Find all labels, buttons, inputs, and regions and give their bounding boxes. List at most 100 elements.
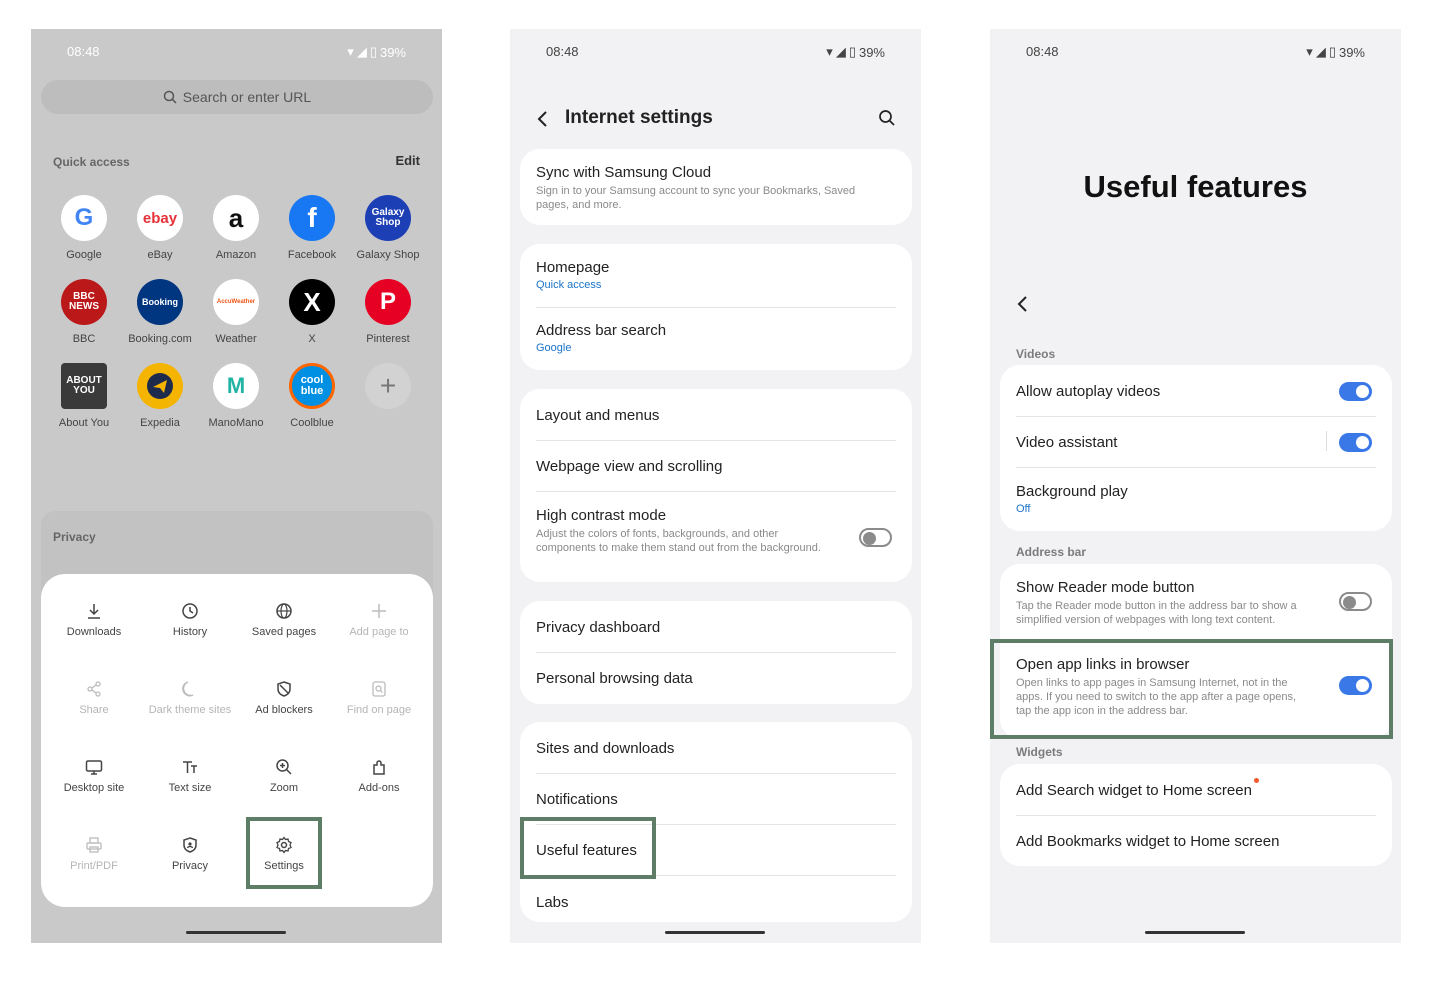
menu-item-ad-blockers[interactable]: Ad blockers — [237, 678, 331, 717]
browser-menu: Downloads History Saved pages Add page t… — [41, 574, 433, 907]
sites-downloads-setting[interactable]: Sites and downloads — [536, 740, 896, 757]
menu-item-downloads[interactable]: Downloads — [47, 600, 141, 639]
shortcut-pinterest[interactable]: P Pinterest — [350, 279, 426, 345]
menu-item-saved-pages[interactable]: Saved pages — [237, 600, 331, 639]
divider — [1016, 416, 1376, 417]
shortcut-google[interactable]: G Google — [46, 195, 122, 261]
back-icon[interactable] — [1016, 295, 1028, 313]
shortcut-weather[interactable]: AccuWeather Weather — [198, 279, 274, 345]
webpage-view-setting[interactable]: Webpage view and scrolling — [536, 458, 896, 475]
vertical-divider — [1326, 431, 1327, 451]
menu-item-add-page[interactable]: Add page to — [332, 600, 426, 639]
menu-item-desktop-site[interactable]: Desktop site — [47, 756, 141, 795]
add-shortcut-button[interactable]: + — [350, 363, 426, 429]
menu-item-add-ons[interactable]: Add-ons — [332, 756, 426, 795]
sync-setting[interactable]: Sync with Samsung Cloud Sign in to your … — [536, 164, 896, 212]
background-play-setting[interactable]: Background play Off — [1016, 483, 1376, 515]
menu-item-text-size[interactable]: Text size — [143, 756, 237, 795]
shortcut-x[interactable]: XX — [274, 279, 350, 345]
find-icon — [372, 681, 386, 697]
shortcut-galaxy-shop[interactable]: Galaxy Shop Galaxy Shop — [350, 195, 426, 261]
shortcut-amazon[interactable]: a Amazon — [198, 195, 274, 261]
battery-percent: 39% — [379, 44, 406, 60]
homepage-setting[interactable]: Homepage Quick access — [536, 259, 896, 291]
layout-setting[interactable]: Layout and menus — [536, 407, 896, 424]
quick-access-grid: G Google ebay eBay a Amazon f Facebook Galax… — [46, 195, 428, 429]
divider — [1016, 467, 1376, 468]
menu-item-find-on-page[interactable]: Find on page — [332, 678, 426, 717]
browser-home-screen: 08:48 ▾ ◢ ▯ 39% Search or enter URL Quic… — [31, 29, 442, 943]
status-time: 08:48 — [67, 44, 100, 59]
expedia-icon — [137, 363, 183, 409]
videos-card: Allow autoplay videos Video assistant Ba… — [1000, 365, 1392, 531]
autoplay-setting[interactable]: Allow autoplay videos — [1016, 383, 1376, 400]
shortcut-manomano[interactable]: M ManoMano — [198, 363, 274, 429]
divider — [536, 307, 896, 308]
personal-data-setting[interactable]: Personal browsing data — [536, 670, 896, 687]
sync-card: Sync with Samsung Cloud Sign in to your … — [520, 149, 912, 225]
video-assistant-setting[interactable]: Video assistant — [1016, 434, 1376, 451]
menu-item-share[interactable]: Share — [47, 678, 141, 717]
new-badge — [1253, 778, 1259, 783]
page-title: Internet settings — [565, 107, 713, 128]
reader-mode-setting[interactable]: Show Reader mode button Tap the Reader m… — [1016, 579, 1312, 627]
menu-item-print[interactable]: Print/PDF — [47, 834, 141, 873]
labs-setting[interactable]: Labs — [536, 894, 896, 911]
homepage-card: Homepage Quick access Address bar search… — [520, 244, 912, 370]
videos-section-title: Videos — [1016, 347, 1056, 361]
coolblue-icon: cool blue — [289, 363, 335, 409]
plus-icon — [372, 604, 386, 618]
bookmarks-widget-setting[interactable]: Add Bookmarks widget to Home screen — [1016, 833, 1376, 850]
shortcut-coolblue[interactable]: cool blue Coolblue — [274, 363, 350, 429]
privacy-dashboard-setting[interactable]: Privacy dashboard — [536, 619, 896, 636]
widgets-card: Add Search widget to Home screen Add Boo… — [1000, 764, 1392, 866]
print-icon — [86, 837, 102, 853]
divider — [1016, 815, 1376, 816]
menu-item-dark-theme[interactable]: Dark theme sites — [143, 678, 237, 717]
globe-icon — [276, 603, 292, 619]
back-icon[interactable] — [536, 110, 548, 128]
shortcut-bbc[interactable]: BBC NEWS BBC — [46, 279, 122, 345]
divider — [536, 440, 896, 441]
address-bar-search-setting[interactable]: Address bar search Google — [536, 322, 896, 354]
history-icon — [182, 603, 198, 619]
search-icon[interactable] — [878, 109, 896, 127]
x-icon: X — [289, 279, 335, 325]
bbc-icon: BBC NEWS — [61, 279, 107, 325]
shortcut-expedia[interactable]: Expedia — [122, 363, 198, 429]
high-contrast-setting[interactable]: High contrast mode Adjust the colors of … — [536, 507, 832, 555]
shortcut-facebook[interactable]: f Facebook — [274, 195, 350, 261]
notifications-setting[interactable]: Notifications — [536, 791, 896, 808]
divider — [536, 773, 896, 774]
shortcut-booking[interactable]: Booking Booking.com — [122, 279, 198, 345]
status-time: 08:48 — [1026, 44, 1059, 59]
wifi-icon: ▾ — [1306, 44, 1313, 59]
search-input[interactable]: Search or enter URL — [41, 80, 433, 114]
wifi-icon: ▾ — [347, 44, 354, 59]
status-bar: 08:48 ▾ ◢ ▯ 39% — [510, 44, 921, 60]
video-assistant-toggle[interactable] — [1339, 433, 1372, 452]
menu-item-zoom[interactable]: Zoom — [237, 756, 331, 795]
menu-item-history[interactable]: History — [143, 600, 237, 639]
shortcut-ebay[interactable]: ebay eBay — [122, 195, 198, 261]
high-contrast-toggle[interactable] — [859, 528, 892, 547]
menu-item-privacy[interactable]: Privacy — [143, 834, 237, 873]
battery-percent: 39% — [858, 44, 885, 60]
edit-button[interactable]: Edit — [395, 153, 420, 168]
home-indicator — [665, 931, 765, 934]
search-widget-setting[interactable]: Add Search widget to Home screen — [1016, 778, 1376, 800]
airplane-icon — [147, 373, 173, 399]
open-app-links-highlight — [990, 639, 1393, 739]
signal-icon: ◢ — [356, 44, 367, 59]
manomano-icon: M — [213, 363, 259, 409]
amazon-icon: a — [213, 195, 259, 241]
reader-mode-toggle[interactable] — [1339, 592, 1372, 611]
battery-icon: ▯ — [369, 44, 377, 59]
useful-features-screen: 08:48 ▾ ◢ ▯ 39% Useful features Videos A… — [990, 29, 1401, 943]
autoplay-toggle[interactable] — [1339, 382, 1372, 401]
facebook-icon: f — [289, 195, 335, 241]
block-icon — [277, 681, 291, 697]
settings-header: Internet settings — [510, 107, 921, 131]
shortcut-about-you[interactable]: ABOUT YOU About You — [46, 363, 122, 429]
signal-icon: ◢ — [1315, 44, 1326, 59]
